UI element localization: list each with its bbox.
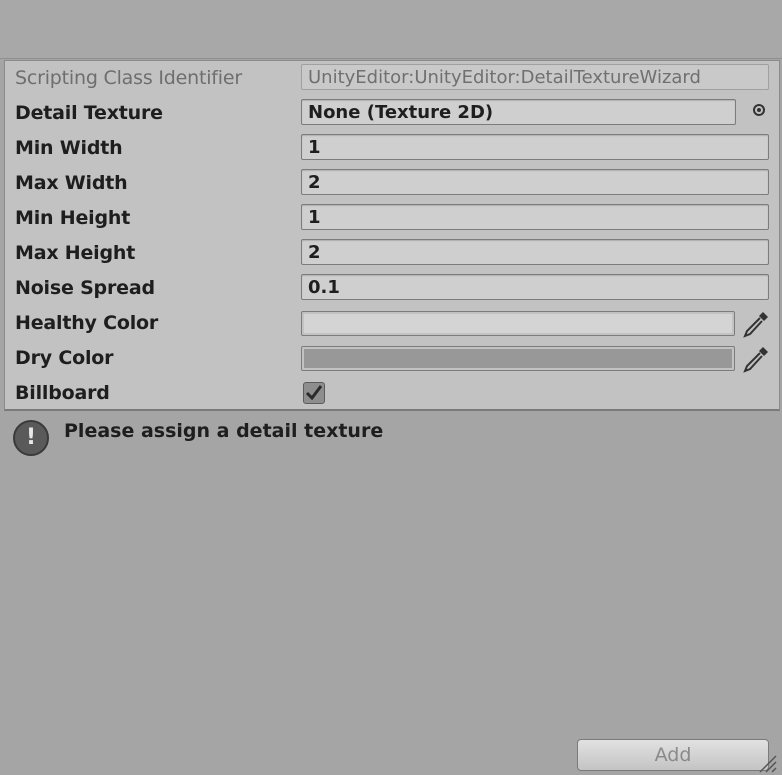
- max-height-label: Max Height: [15, 242, 136, 264]
- add-button[interactable]: Add: [577, 739, 769, 771]
- help-box: ! Please assign a detail texture: [10, 418, 770, 462]
- billboard-label: Billboard: [15, 382, 110, 404]
- eyedropper-icon[interactable]: [741, 344, 771, 374]
- max-width-label: Max Width: [15, 172, 128, 194]
- help-message: Please assign a detail texture: [64, 420, 384, 442]
- detail-texture-field[interactable]: None (Texture 2D): [301, 99, 736, 125]
- billboard-checkbox[interactable]: [303, 382, 325, 404]
- script-field: UnityEditor:UnityEditor:DetailTextureWiz…: [301, 64, 769, 90]
- max-width-field[interactable]: 2: [301, 169, 769, 195]
- noise-spread-row: Noise Spread 0.1: [5, 271, 779, 306]
- healthy-color-row: Healthy Color: [5, 306, 779, 341]
- inspector-panel: Scripting Class Identifier UnityEditor:U…: [4, 60, 780, 411]
- min-height-field[interactable]: 1: [301, 204, 769, 230]
- min-width-row: Min Width 1: [5, 131, 779, 166]
- warning-icon: !: [13, 420, 49, 456]
- max-height-row: Max Height 2: [5, 236, 779, 271]
- eyedropper-icon[interactable]: [741, 309, 771, 339]
- detail-texture-row: Detail Texture None (Texture 2D): [5, 96, 779, 131]
- max-height-field[interactable]: 2: [301, 239, 769, 265]
- billboard-row: Billboard: [5, 376, 779, 411]
- dry-color-field[interactable]: [301, 346, 735, 371]
- min-height-label: Min Height: [15, 207, 131, 229]
- min-height-row: Min Height 1: [5, 201, 779, 236]
- dry-color-row: Dry Color: [5, 341, 779, 376]
- min-width-label: Min Width: [15, 137, 123, 159]
- dry-color-swatch: [304, 349, 732, 368]
- script-label: Scripting Class Identifier: [15, 67, 242, 89]
- noise-spread-field[interactable]: 0.1: [301, 274, 769, 300]
- healthy-color-label: Healthy Color: [15, 312, 159, 334]
- script-row: Scripting Class Identifier UnityEditor:U…: [5, 61, 779, 96]
- noise-spread-label: Noise Spread: [15, 277, 155, 299]
- healthy-color-swatch: [304, 314, 732, 333]
- window-header: [0, 0, 782, 59]
- resize-grip-icon[interactable]: [756, 752, 778, 774]
- object-picker-icon[interactable]: [753, 104, 765, 116]
- dry-color-label: Dry Color: [15, 347, 114, 369]
- healthy-color-field[interactable]: [301, 311, 735, 336]
- detail-texture-label: Detail Texture: [15, 102, 163, 124]
- checkmark-icon: [305, 385, 323, 401]
- min-width-field[interactable]: 1: [301, 134, 769, 160]
- max-width-row: Max Width 2: [5, 166, 779, 201]
